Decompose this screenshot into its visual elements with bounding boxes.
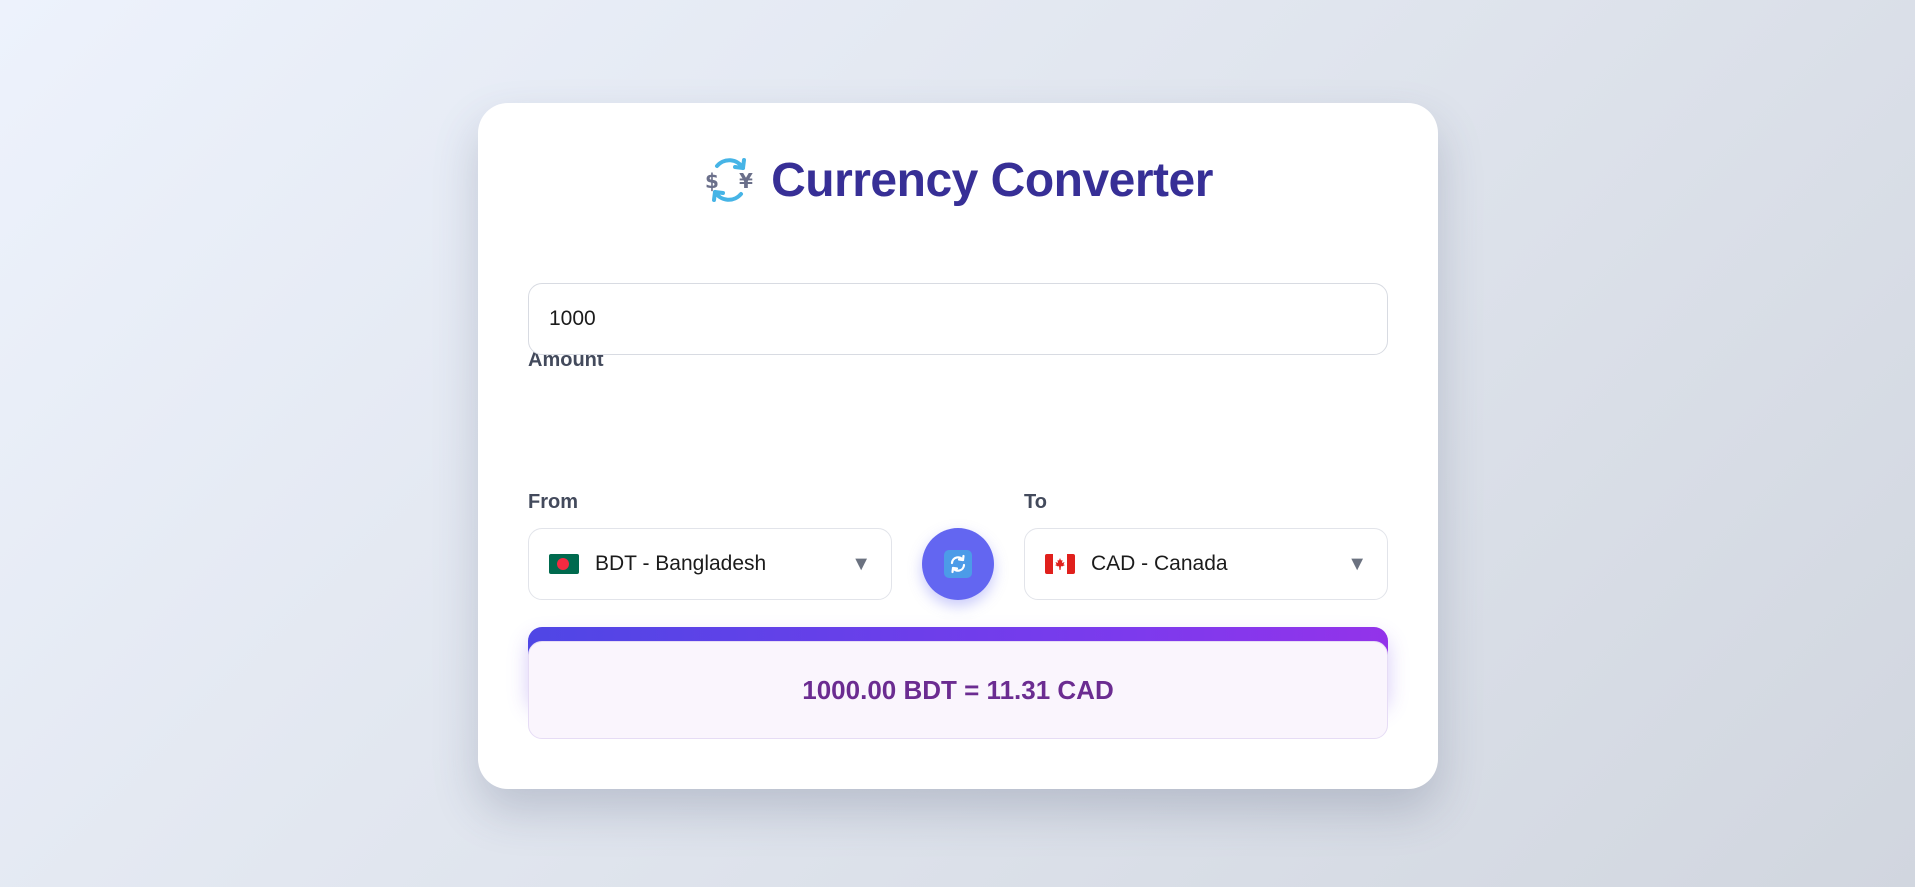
to-label: To [1024, 491, 1047, 513]
swap-button[interactable] [922, 528, 994, 600]
amount-input[interactable] [528, 283, 1388, 355]
converter-card: $ ¥ Currency Converter Amount From BDT -… [478, 103, 1438, 789]
bangladesh-flag-icon [549, 554, 579, 574]
conversion-result: 1000.00 BDT = 11.31 CAD [802, 674, 1114, 705]
from-label: From [528, 491, 578, 513]
to-currency-select[interactable]: CAD - Canada ▼ [1024, 528, 1388, 600]
chevron-down-icon: ▼ [1347, 552, 1367, 575]
swap-arrows-icon [944, 550, 972, 578]
chevron-down-icon: ▼ [851, 552, 871, 575]
canada-flag-icon [1045, 554, 1075, 574]
from-currency-value: BDT - Bangladesh [595, 552, 767, 575]
from-currency-select[interactable]: BDT - Bangladesh ▼ [528, 528, 892, 600]
page-title: Currency Converter [771, 153, 1213, 207]
header: $ ¥ Currency Converter [478, 147, 1438, 213]
to-currency-value: CAD - Canada [1091, 552, 1228, 575]
svg-text:¥: ¥ [739, 169, 753, 193]
currency-exchange-icon: $ ¥ [705, 158, 753, 202]
result-box: 1000.00 BDT = 11.31 CAD [528, 641, 1388, 739]
svg-text:$: $ [705, 169, 719, 193]
